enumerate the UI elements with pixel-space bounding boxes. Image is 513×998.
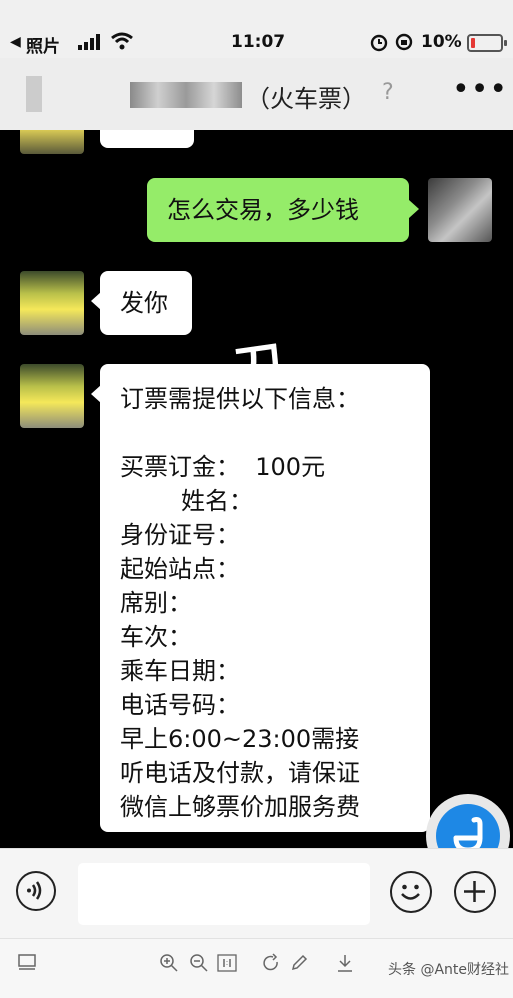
edit-icon[interactable]: [288, 953, 310, 975]
floating-assistant-icon: [453, 817, 483, 848]
chat-header: （火车票） ? •••: [0, 58, 513, 131]
line: 买票订金： 100元: [120, 453, 326, 481]
zoom-in-icon[interactable]: [158, 953, 180, 975]
message-bubble-sent[interactable]: 怎么交易，多少钱: [147, 178, 409, 242]
battery-percent: 10%: [421, 32, 462, 52]
avatar-self[interactable]: [428, 178, 492, 242]
message-input[interactable]: [78, 863, 370, 925]
message-lines: 订票需提供以下信息： 买票订金： 100元 姓名： 身份证号： 起始站点： 席别…: [120, 382, 420, 824]
message-text: 怎么交易，多少钱: [167, 196, 359, 224]
floating-assistant-button[interactable]: [426, 794, 510, 848]
watermark: 头条 @Ante财经社: [388, 962, 510, 978]
line: 起始站点：: [120, 555, 240, 583]
line: 早上6:00~23:00需接: [120, 725, 360, 753]
sidebar-icon[interactable]: [16, 953, 38, 975]
line: 席别：: [120, 589, 192, 617]
ear-icon: ?: [382, 80, 394, 105]
emoji-icon[interactable]: [390, 871, 432, 913]
line: 姓名：: [120, 487, 254, 515]
line: 微信上够票价加服务费: [120, 793, 360, 821]
rotate-icon[interactable]: [260, 953, 282, 975]
voice-icon[interactable]: [16, 871, 56, 911]
more-icon[interactable]: •••: [452, 72, 508, 107]
chat-area[interactable]: 刀 怎么交易，多少钱 发你 订票需提供以下信息： 买票订金： 100元 姓名： …: [0, 130, 513, 848]
status-bar: ◀ 照片 11:07 10%: [0, 0, 513, 58]
message-bubble-cutoff[interactable]: [100, 130, 194, 148]
download-icon[interactable]: [334, 953, 356, 975]
rotation-lock-icon: [395, 33, 413, 51]
back-arrow-icon[interactable]: ◀: [10, 34, 21, 50]
wifi-icon: [111, 32, 133, 50]
line: 乘车日期：: [120, 657, 240, 685]
blurred-back-area[interactable]: [26, 76, 42, 112]
clock: 11:07: [231, 32, 286, 52]
avatar[interactable]: [20, 130, 84, 154]
input-bar: [0, 848, 513, 939]
line: 听电话及付款，请保证: [120, 759, 360, 787]
line: 电话号码：: [120, 691, 240, 719]
signal-icon: [78, 34, 100, 50]
plus-icon[interactable]: [454, 871, 496, 913]
line: [120, 416, 420, 450]
line: 身份证号：: [120, 521, 240, 549]
avatar[interactable]: [20, 364, 84, 428]
header-title-suffix: （火车票）: [246, 85, 366, 113]
actual-size-icon[interactable]: [216, 953, 238, 975]
avatar[interactable]: [20, 271, 84, 335]
message-bubble-received-long[interactable]: 订票需提供以下信息： 买票订金： 100元 姓名： 身份证号： 起始站点： 席别…: [100, 364, 430, 832]
message-text: 发你: [120, 289, 168, 317]
blurred-group-name: [130, 82, 242, 108]
image-viewer-toolbar: 头条 @Ante财经社: [0, 938, 513, 998]
line: 车次：: [120, 623, 192, 651]
line: 订票需提供以下信息：: [120, 385, 360, 413]
message-bubble-received[interactable]: 发你: [100, 271, 192, 335]
alarm-icon: [370, 34, 388, 52]
zoom-out-icon[interactable]: [188, 953, 210, 975]
battery-icon: [467, 34, 507, 52]
back-label[interactable]: 照片: [26, 32, 60, 57]
